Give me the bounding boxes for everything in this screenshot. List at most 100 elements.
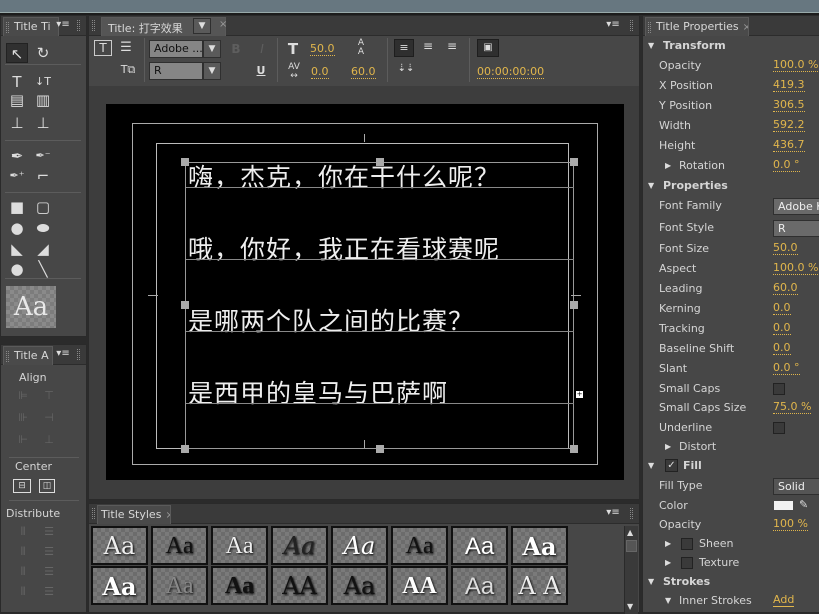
align-left-text-button[interactable]: ≡ [394, 39, 414, 57]
title-style-swatch[interactable]: Aa [451, 526, 508, 565]
drag-grip-icon[interactable] [6, 22, 9, 33]
scroll-thumb[interactable] [626, 540, 637, 552]
underline-button[interactable]: U [254, 64, 268, 77]
title-style-swatch[interactable]: Aa [331, 566, 388, 605]
leading-value[interactable]: 60.0 [351, 66, 376, 79]
tab-stops-icon[interactable]: ☰ [117, 40, 135, 55]
vertical-area-type-tool-icon[interactable]: ▥ [32, 90, 54, 110]
ellipse-tool-icon[interactable]: ● [6, 259, 28, 279]
prop-value[interactable]: 60.0 [773, 282, 798, 295]
title-canvas[interactable]: + 嗨，杰克，你在干什么呢？ 哦，你好，我正在看球赛呢 是哪两个队之间的比赛？ … [106, 104, 624, 480]
prop-value[interactable]: 0.0 [773, 342, 791, 355]
drag-grip-icon[interactable] [92, 20, 95, 31]
line-tool-icon[interactable]: ╲ [32, 259, 54, 279]
title-style-swatch[interactable]: Aa [331, 526, 388, 565]
section-transform[interactable]: ▼ Transform [643, 36, 819, 56]
section-properties[interactable]: ▼ Properties [643, 176, 819, 196]
resize-handle[interactable] [376, 445, 384, 453]
align-left-icon[interactable]: ⊫ [13, 389, 33, 402]
distribute-top-icon[interactable]: ☰ [39, 525, 59, 538]
show-background-video-button[interactable]: ▣ [477, 39, 499, 57]
prop-value[interactable]: 419.3 [773, 79, 805, 92]
eyedropper-icon[interactable]: ✎ [799, 498, 808, 511]
font-family-dropdown-arrow[interactable]: ▼ [203, 40, 221, 58]
drag-grip-icon[interactable] [630, 20, 633, 31]
align-top-icon[interactable]: ⊤ [39, 389, 59, 402]
expand-triangle-icon[interactable]: ▶ [665, 442, 671, 451]
vertical-type-tool-icon[interactable]: ↓T [32, 72, 54, 92]
timecode-value[interactable]: 00:00:00:00 [477, 66, 545, 79]
text-line[interactable]: 哦，你好，我正在看球赛呢 [188, 230, 500, 266]
prop-value[interactable]: 50.0 [773, 242, 798, 255]
center-vertical-icon[interactable]: ◫ [39, 479, 55, 493]
vertical-path-type-tool-icon[interactable]: ⊥ [32, 113, 54, 133]
text-line[interactable]: 是哪两个队之间的比赛？ [188, 302, 474, 338]
expand-triangle-icon[interactable]: ▼ [648, 461, 654, 470]
text-line[interactable]: 是西甲的皇马与巴萨啊 [188, 374, 448, 410]
panel-menu-icon[interactable]: ▾≡ [55, 19, 71, 31]
expand-triangle-icon[interactable]: ▼ [665, 596, 671, 605]
title-style-swatch[interactable]: Aa [211, 566, 268, 605]
drag-grip-icon[interactable] [77, 349, 80, 360]
styles-scrollbar[interactable]: ▲ ▼ [624, 526, 638, 614]
clipped-corner-rectangle-tool-icon[interactable]: ● [6, 218, 28, 238]
fill-type-dropdown[interactable]: Solid [773, 478, 819, 495]
resize-handle[interactable] [570, 158, 578, 166]
selection-tool-icon[interactable]: ↖ [6, 43, 28, 63]
text-line[interactable]: 嗨，杰克，你在干什么呢？ [188, 158, 500, 194]
title-style-swatch[interactable]: Aa [151, 566, 208, 605]
distribute-left-icon[interactable]: ⫴ [13, 525, 33, 539]
fill-checkbox[interactable]: ✓ [665, 459, 678, 472]
expand-triangle-icon[interactable]: ▶ [665, 161, 671, 170]
title-style-swatch[interactable]: Aa [91, 526, 148, 565]
prop-value[interactable]: 100.0 % [773, 59, 819, 72]
resize-handle[interactable] [570, 301, 578, 309]
font-family-dropdown[interactable]: Adobe ... [149, 40, 203, 58]
add-anchor-point-tool-icon[interactable]: ✒⁺ [6, 166, 28, 186]
distribute-right-icon[interactable]: ⫴ [13, 565, 33, 579]
align-center-h-icon[interactable]: ⊪ [13, 411, 33, 424]
close-tab-icon[interactable]: × [165, 510, 170, 521]
delete-anchor-point-tool-icon[interactable]: ✒⁻ [32, 146, 54, 166]
title-style-swatch[interactable]: Aa [271, 526, 328, 565]
align-center-text-button[interactable]: ≡ [418, 39, 438, 53]
expand-triangle-icon[interactable]: ▶ [665, 558, 671, 567]
italic-button[interactable]: I [255, 42, 269, 56]
rectangle-tool-icon[interactable]: ■ [6, 197, 28, 217]
title-style-swatch[interactable]: AA [271, 566, 328, 605]
expand-triangle-icon[interactable]: ▼ [648, 41, 654, 50]
title-style-swatch[interactable]: Aa [391, 526, 448, 565]
prop-value[interactable]: 436.7 [773, 139, 805, 152]
title-style-swatch[interactable]: AA [391, 566, 448, 605]
sheen-checkbox[interactable] [681, 538, 693, 550]
prop-distort[interactable]: ▶ Distort [643, 437, 819, 457]
title-style-swatch[interactable]: Aa [211, 526, 268, 565]
tab-title-properties[interactable]: Title Properties × [645, 17, 749, 36]
prop-value[interactable]: 0.0 [773, 302, 791, 315]
font-size-value[interactable]: 50.0 [310, 43, 335, 56]
align-center-v-icon[interactable]: ⊣ [39, 411, 59, 424]
rounded-rectangle-tool-icon[interactable]: ⬬ [32, 218, 54, 238]
title-dropdown-button[interactable]: ▼ [193, 18, 211, 34]
section-strokes[interactable]: ▼ Strokes [643, 572, 819, 592]
prop-value[interactable]: 100.0 % [773, 262, 819, 275]
path-type-tool-icon[interactable]: ⊥ [6, 113, 28, 133]
font-style-dropdown-arrow[interactable]: ▼ [203, 62, 221, 80]
close-tab-icon[interactable]: × [743, 22, 748, 33]
distribute-spacing-h-icon[interactable]: ⫴ [13, 585, 33, 599]
arc-tool-icon[interactable]: ◢ [32, 239, 54, 259]
rounded-corner-rectangle-tool-icon[interactable]: ▢ [32, 197, 54, 217]
title-style-swatch[interactable]: Aa [511, 526, 568, 565]
small-caps-checkbox[interactable] [773, 383, 785, 395]
prop-value[interactable]: 0.0 ° [773, 159, 800, 172]
prop-value[interactable]: 0.0 ° [773, 362, 800, 375]
scroll-down-icon[interactable]: ▼ [627, 602, 633, 611]
overflow-plus-icon[interactable]: + [576, 391, 583, 398]
distribute-bottom-icon[interactable]: ☰ [39, 565, 59, 578]
drag-grip-icon[interactable] [630, 508, 633, 519]
new-title-based-on-current-icon[interactable]: T⧉ [117, 63, 139, 77]
area-type-tool-icon[interactable]: ▤ [6, 90, 28, 110]
prop-value[interactable]: 75.0 % [773, 401, 812, 414]
font-family-dropdown[interactable]: Adobe K [773, 198, 819, 215]
texture-checkbox[interactable] [681, 557, 693, 569]
